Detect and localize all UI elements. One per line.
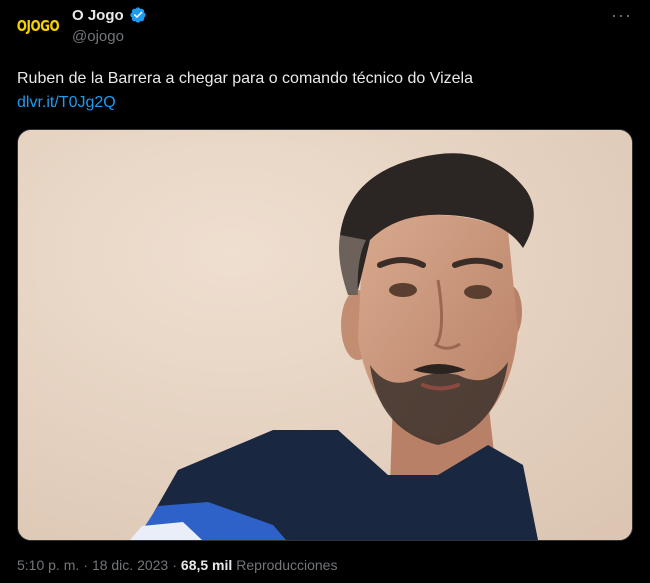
tweet-meta: 5:10 p. m. · 18 dic. 2023 · 68,5 mil Rep… [17, 557, 337, 573]
author-name-row: O Jogo [72, 6, 147, 24]
tweet-link[interactable]: dlvr.it/T0Jg2Q [17, 92, 627, 114]
author-handle[interactable]: @ojogo [72, 28, 124, 45]
tweet-date[interactable]: 18 dic. 2023 [92, 557, 168, 573]
meta-separator: · [83, 557, 88, 573]
photo-illustration [18, 130, 632, 540]
tweet-body: Ruben de la Barrera a chegar para o coma… [17, 70, 473, 87]
tweet-time[interactable]: 5:10 p. m. [17, 557, 79, 573]
views-count: 68,5 mil [180, 557, 233, 573]
tweet-card: OJOGO O Jogo @ojogo ··· Ruben de la Barr… [0, 0, 650, 583]
verified-badge-icon [129, 7, 146, 23]
meta-separator: · [172, 557, 177, 573]
tweet-text: Ruben de la Barrera a chegar para o coma… [17, 68, 627, 114]
tweet-media-photo[interactable] [17, 129, 633, 541]
avatar[interactable]: OJOGO [16, 4, 60, 48]
more-icon[interactable]: ··· [611, 6, 632, 24]
display-name[interactable]: O Jogo [72, 7, 124, 24]
views-label: Reproducciones [236, 557, 338, 573]
avatar-logo: OJOGO [16, 17, 60, 35]
